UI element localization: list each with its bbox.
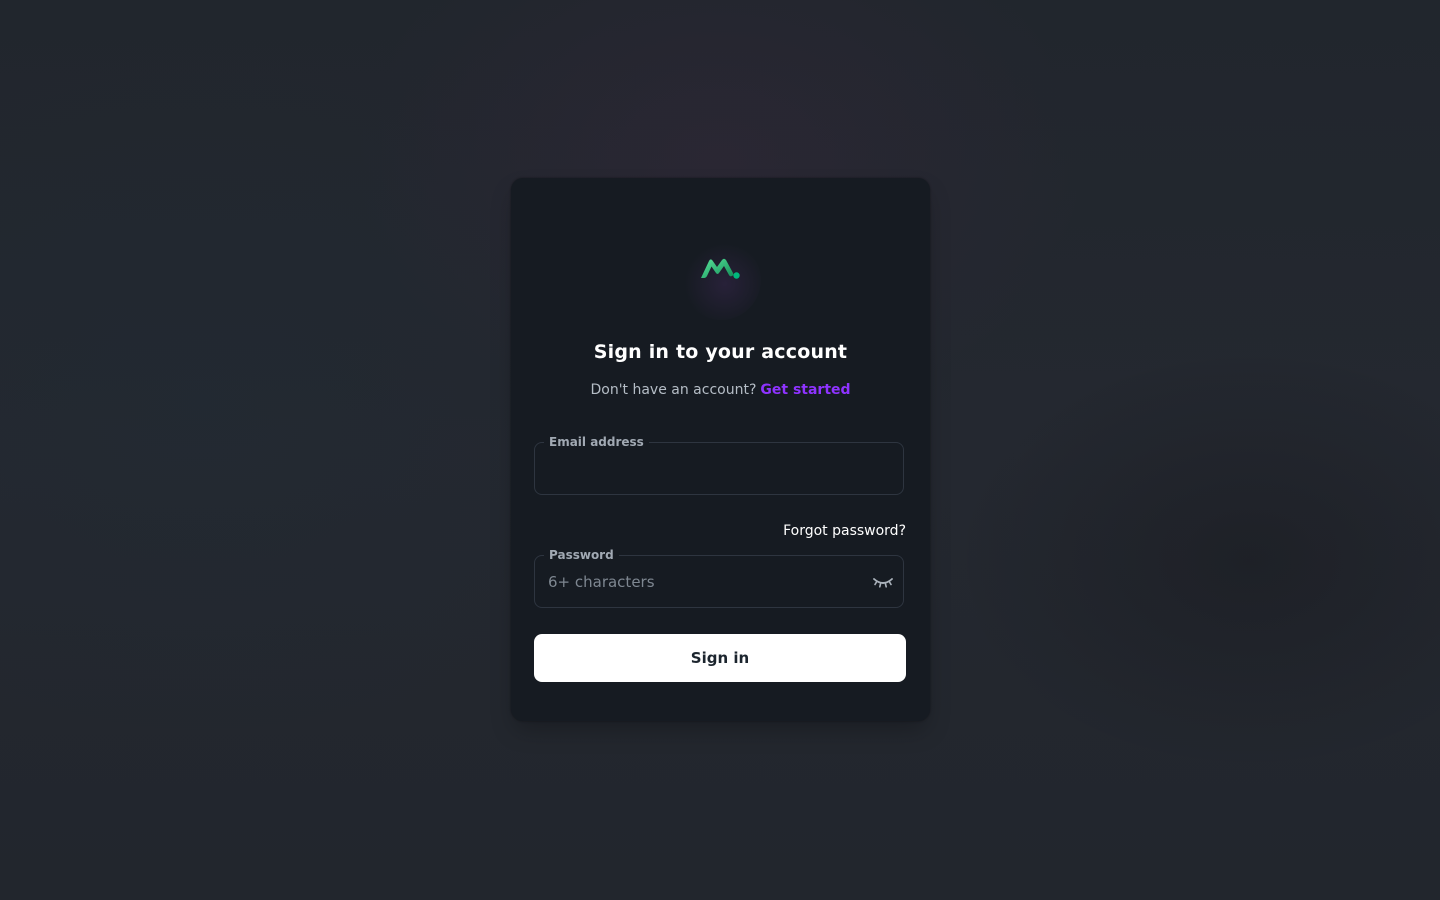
sign-in-card: Sign in to your account Don't have an ac… [511, 178, 930, 721]
password-label: Password [544, 548, 619, 562]
signup-prompt-text: Don't have an account? [590, 382, 757, 398]
password-input[interactable] [535, 556, 903, 607]
get-started-link[interactable]: Get started [760, 382, 850, 398]
brand-logo-icon [701, 258, 740, 279]
password-field: Password [534, 548, 904, 608]
logo [681, 240, 761, 320]
eye-closed-icon [873, 578, 893, 588]
email-input[interactable] [535, 443, 903, 494]
signup-prompt: Don't have an account? Get started [511, 382, 930, 398]
toggle-password-visibility-button[interactable] [872, 573, 894, 591]
email-field: Email address [534, 435, 904, 495]
page-title: Sign in to your account [593, 341, 848, 363]
email-label: Email address [544, 435, 649, 449]
forgot-password-link[interactable]: Forgot password? [783, 523, 906, 539]
sign-in-button[interactable]: Sign in [534, 634, 906, 682]
